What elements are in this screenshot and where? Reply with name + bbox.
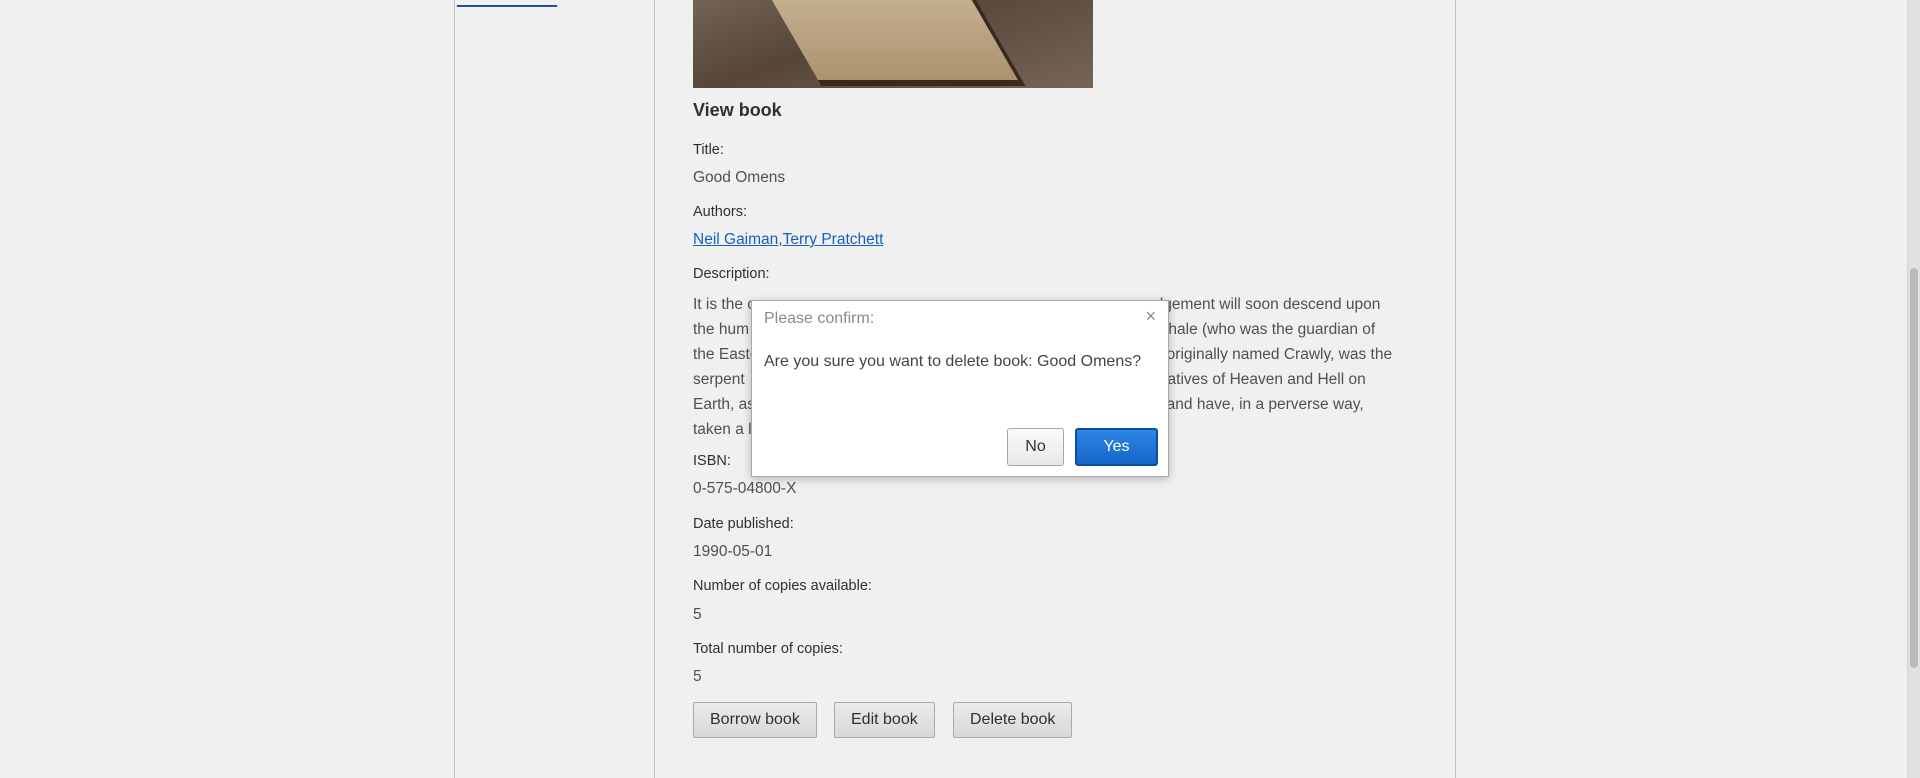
dialog-title: Please confirm: bbox=[764, 310, 875, 327]
no-button[interactable]: No bbox=[1007, 428, 1064, 466]
close-icon[interactable]: × bbox=[1145, 306, 1156, 327]
yes-button[interactable]: Yes bbox=[1075, 428, 1158, 466]
dialog-message: Are you sure you want to delete book: Go… bbox=[764, 353, 1142, 370]
confirm-dialog: Please confirm: × Are you sure you want … bbox=[751, 300, 1169, 477]
